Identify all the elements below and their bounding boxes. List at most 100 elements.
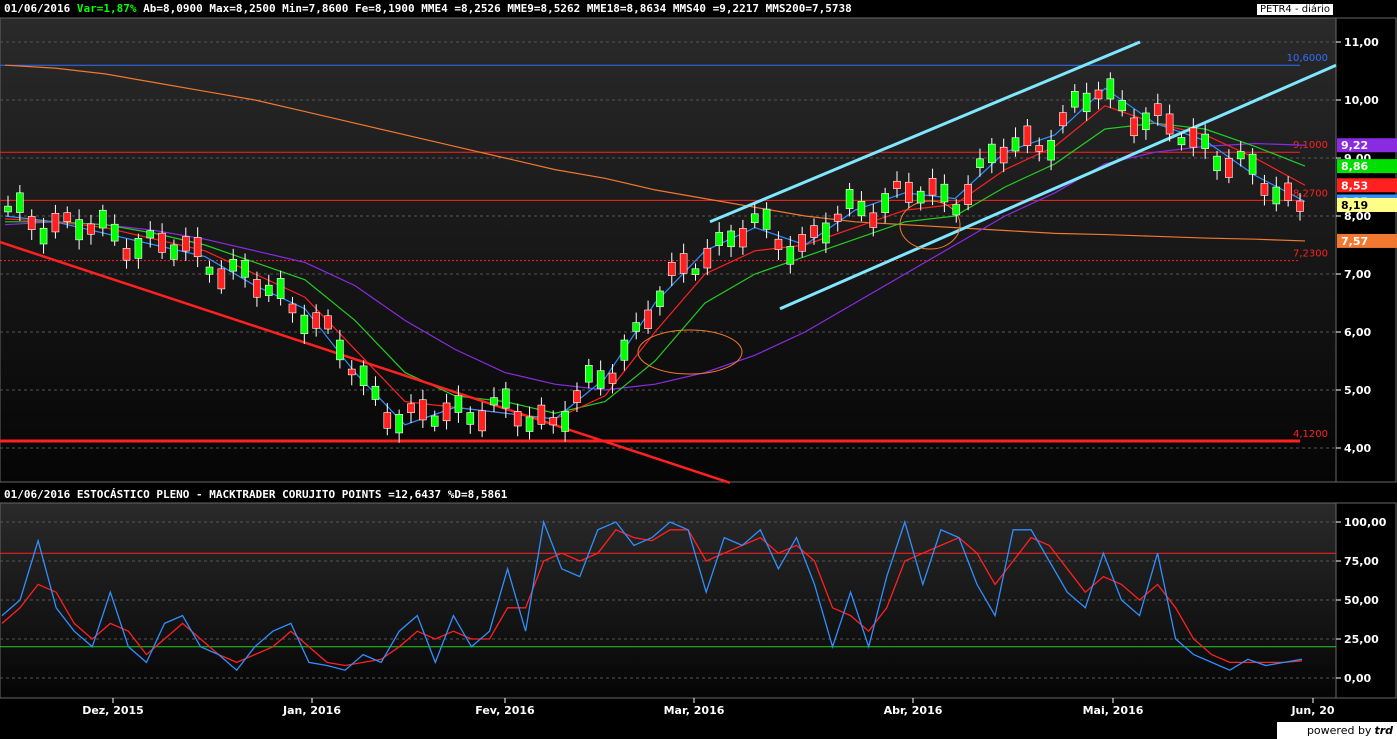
level-label: 9,1000 [1293,140,1328,151]
candle-body [1177,137,1186,146]
candle-body [940,183,949,203]
candle-body [1189,127,1198,148]
candle-body [857,201,866,217]
candle-body [1165,113,1174,135]
candle-body [1059,112,1067,127]
candle-body [122,248,131,261]
candle-body [241,260,249,278]
candle-body [585,364,593,383]
x-tick-label: Mai, 2016 [1083,704,1144,717]
candle-body [502,388,510,409]
level-label: 4,1200 [1293,429,1328,440]
candle-body [762,208,771,230]
candle-body [4,205,12,213]
x-tick-label: Jan, 2016 [282,704,341,717]
candle-body [810,225,818,238]
x-tick-label: Abr, 2016 [884,704,943,717]
candle-body [383,412,392,429]
price-tick-label: 7,00 [1344,268,1371,281]
candle-body [347,368,356,376]
candle-body [490,397,498,406]
candle-body [869,212,878,228]
candle-body [27,216,36,230]
candle-body [217,268,226,290]
candle-body [573,390,581,403]
candle-body [1201,133,1209,149]
candle-body [1118,100,1127,112]
candle-body [1248,153,1257,175]
candle-body [549,417,558,426]
candle-body [999,146,1008,164]
candle-body [51,213,60,233]
candle-body [300,314,309,335]
price-axis [1335,17,1397,483]
candle-body [170,244,178,260]
x-tick-label: Dez, 2015 [82,704,144,717]
candle-body [99,209,107,229]
candle-body [324,315,332,330]
candle-body [774,238,783,250]
x-tick-label: Mar, 2016 [664,704,725,717]
candle-body [739,228,747,248]
candle-body [1106,78,1115,100]
stoch-tick-label: 25,00 [1344,633,1379,646]
candle-body [620,339,629,361]
candle-body [786,246,795,265]
candle-body [916,190,925,204]
x-tick-label: Fev, 2016 [475,704,535,717]
candle-body [466,412,475,425]
header-date: 01/06/2016 [4,2,71,15]
candle-body [39,227,48,245]
candle-body [264,284,273,296]
candle-body [632,322,641,332]
stoch-tick-label: 0,00 [1344,672,1371,685]
candle-body [727,230,735,248]
x-tick-label: Jun, 20 [1290,704,1334,717]
candle-body [158,232,166,253]
price-tick-label: 10,00 [1344,94,1379,107]
candle-body [537,404,546,425]
candle-body [478,410,486,432]
last-value-label: 8,19 [1341,199,1368,212]
last-value-label: 9,22 [1341,139,1368,152]
candle-body [905,181,913,203]
candle-body [336,339,344,361]
last-value-label: 7,57 [1341,235,1368,248]
candle-body [1130,117,1138,137]
powered-text: powered by [1306,724,1372,737]
level-label: 7,2300 [1293,249,1328,260]
candle-body [63,212,72,222]
last-value-label: 8,86 [1341,160,1368,173]
candle-body [1236,151,1245,160]
candle-body [1296,200,1304,212]
brand-logo: trd [1374,724,1393,737]
candle-body [205,266,214,275]
candle-body [798,234,806,252]
candle-body [822,222,830,244]
candle-body [454,395,463,413]
candle-body [715,232,723,246]
candle-body [976,158,984,168]
candle-body [1284,182,1292,202]
candle-body [395,414,403,434]
candle-body [928,177,937,196]
candle-body [193,237,202,258]
stoch-tick-label: 50,00 [1344,594,1379,607]
candle-body [893,180,901,189]
price-tick-label: 11,00 [1344,36,1379,49]
candle-body [1035,145,1044,152]
candle-body [146,230,155,239]
candle-body [1023,125,1032,146]
chart-canvas: 11,0010,009,008,007,006,005,004,00100,00… [0,17,1397,717]
candle-body [691,268,700,275]
indicator-header: 01/06/2016 ESTOCÁSTICO PLENO - MACKTRADE… [4,488,508,501]
level-label: 10,6000 [1287,53,1328,64]
candle-body [253,279,261,298]
candle-body [1225,158,1233,178]
candle-body [359,365,368,386]
price-tick-label: 6,00 [1344,326,1371,339]
symbol-label: PETR4 - diário [1257,4,1333,15]
candle-body [988,143,996,164]
candle-body [513,411,522,427]
candle-body [703,247,712,269]
